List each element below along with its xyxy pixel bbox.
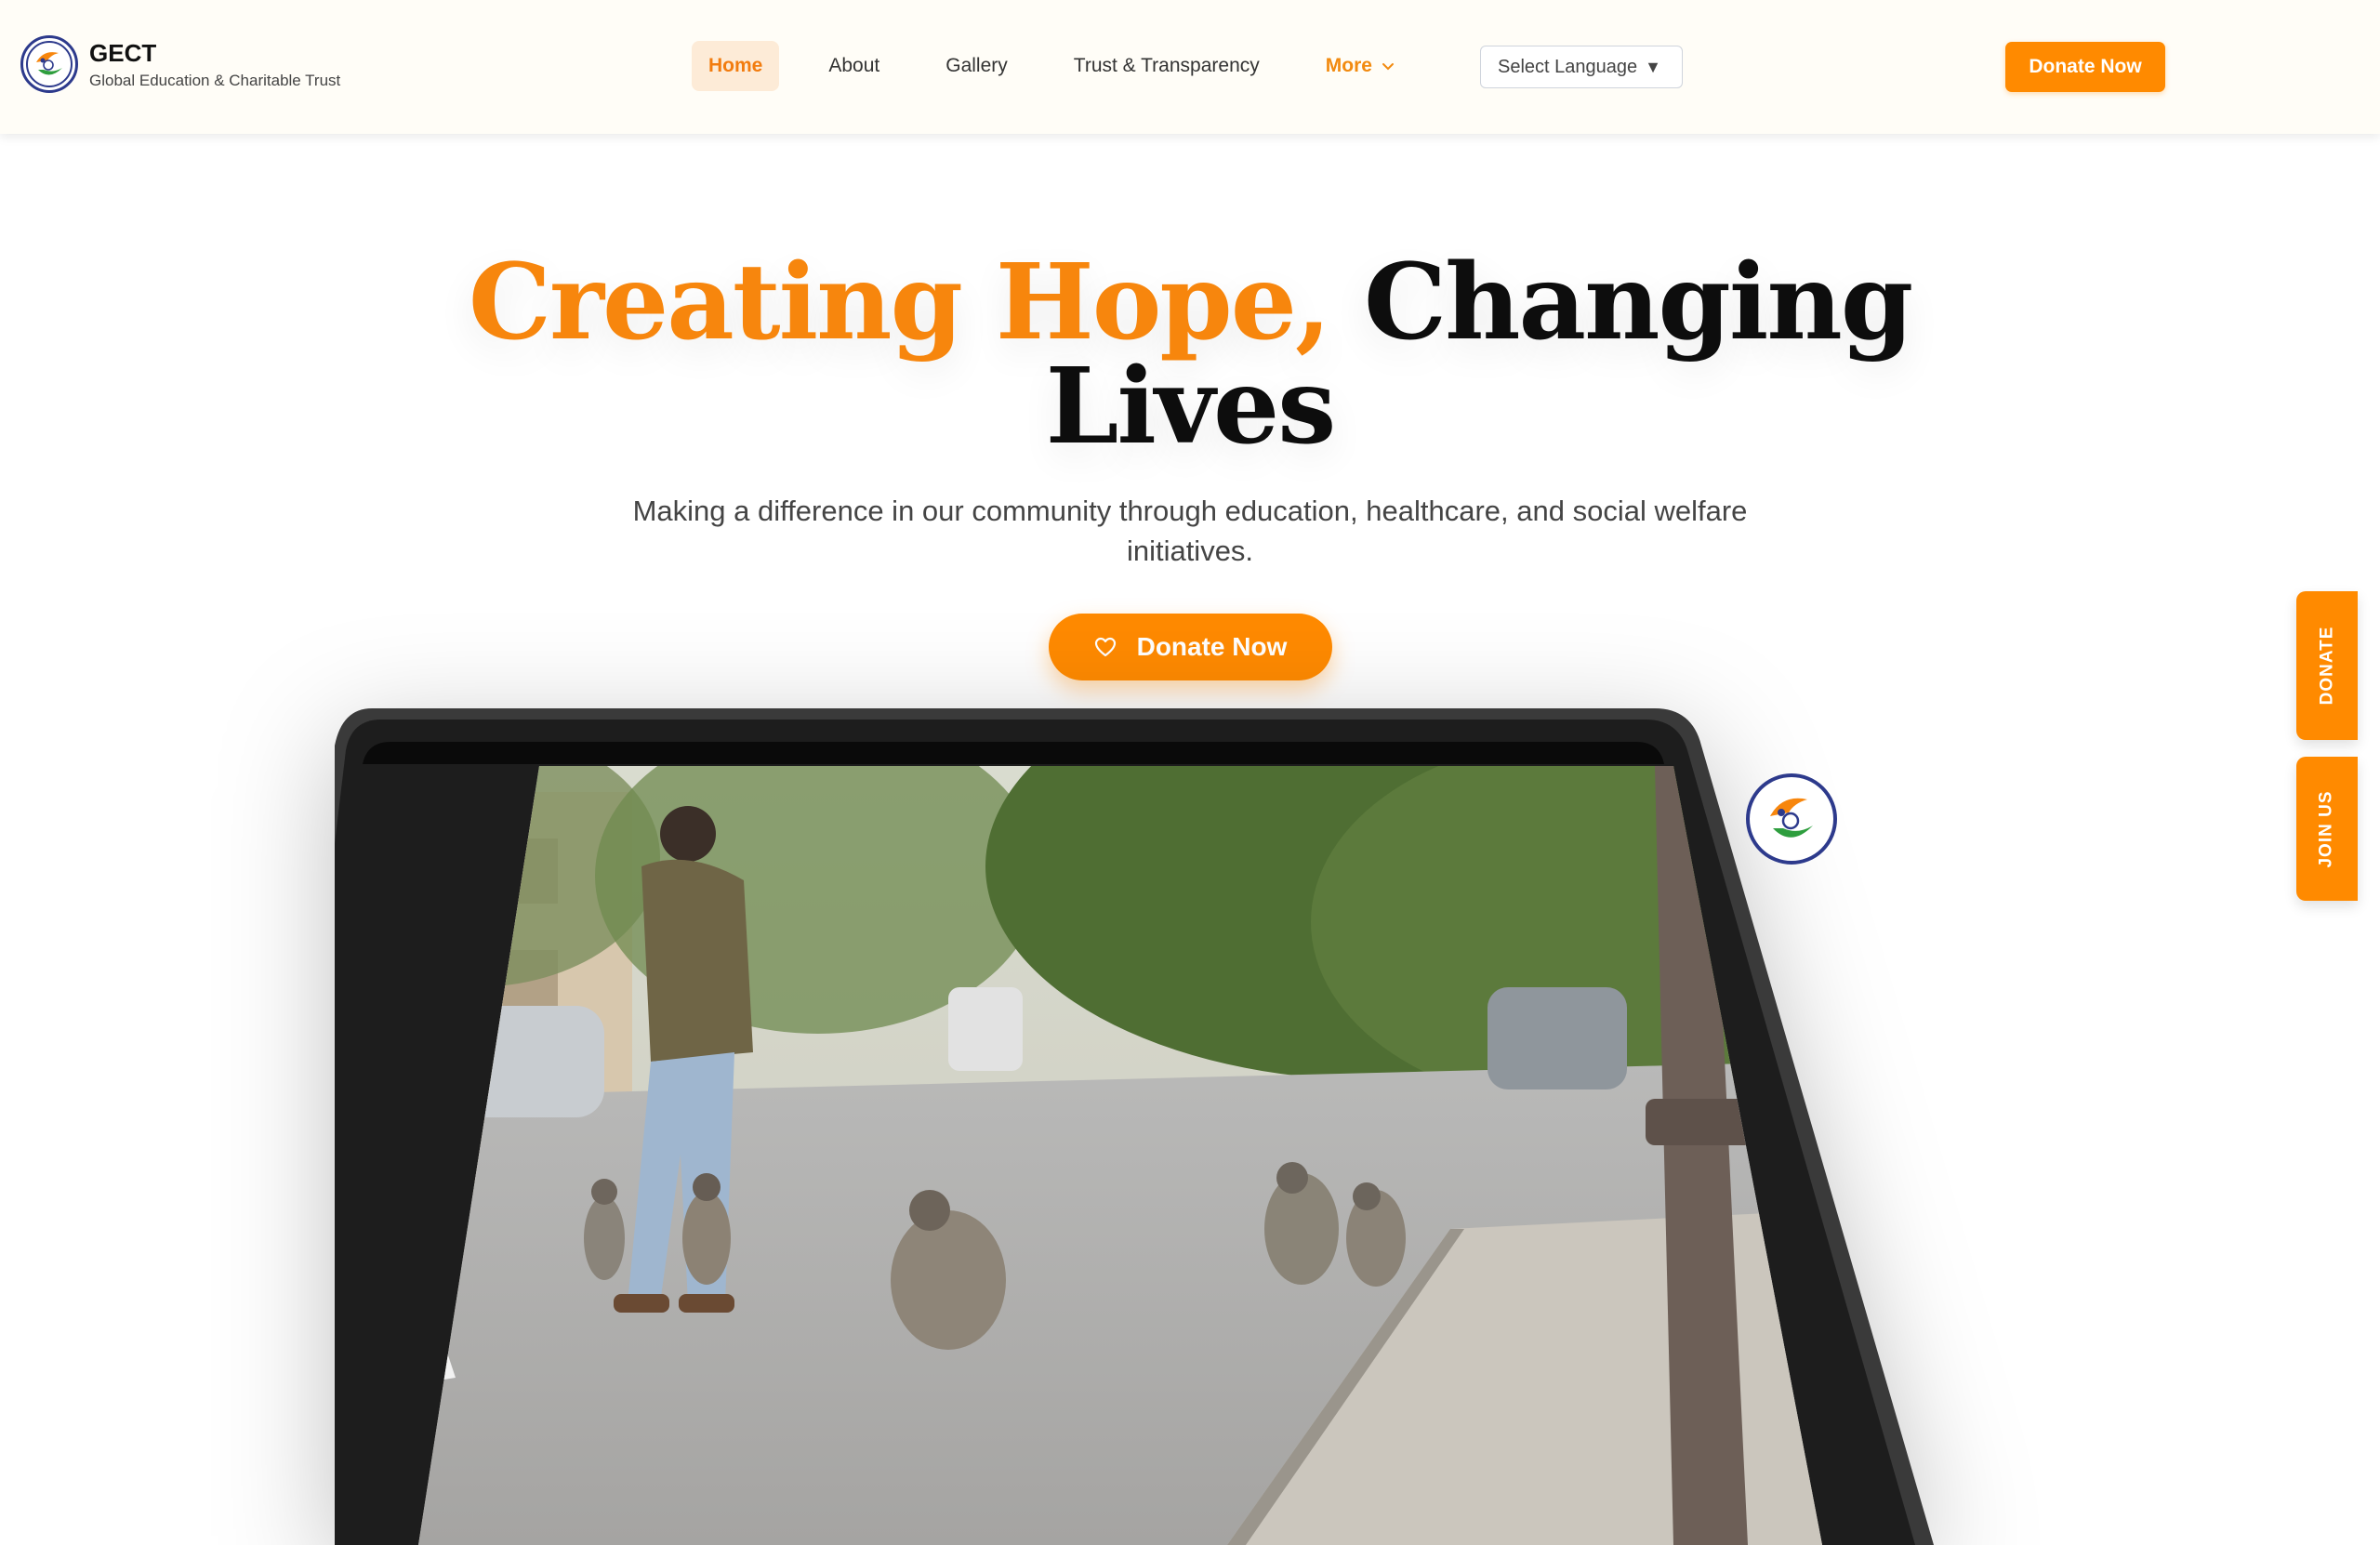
hero-title: Creating Hope, Changing Lives [446,251,1934,459]
hero-subtitle: Making a difference in our community thr… [632,495,1748,567]
nav-item-trust-transparency[interactable]: Trust & Transparency [1057,41,1276,91]
nav-item-gallery[interactable]: Gallery [929,41,1025,91]
nav-item-home[interactable]: Home [692,41,780,91]
brand-name: GECT [89,39,157,67]
side-join-tab[interactable]: JOIN US [2296,757,2358,901]
trust-logo-icon [20,35,78,93]
chevron-down-icon [1382,41,1395,91]
main-nav: Home About Gallery Trust & Transparency … [692,41,1444,91]
hero-donate-button[interactable]: Donate Now [1049,614,1332,680]
language-select[interactable]: Select Language ▼ [1480,46,1683,88]
header-donate-button[interactable]: Donate Now [2005,42,2165,92]
language-select-label: Select Language [1498,57,1638,77]
nav-more-label: More [1325,55,1372,76]
side-donate-tab[interactable]: DONATE [2296,591,2358,740]
heart-icon [1094,637,1117,657]
video-watermark-logo-icon [1746,773,1837,865]
hero-donate-label: Donate Now [1136,632,1288,661]
brand-subtitle: Global Education & Charitable Trust [89,72,341,89]
caret-down-icon: ▼ [1645,58,1661,76]
side-join-label: JOIN US [2317,789,2336,868]
brand[interactable]: GECT Global Education & Charitable Trust [20,35,340,93]
side-donate-label: DONATE [2317,626,2336,706]
nav-item-more[interactable]: More [1309,41,1411,91]
nav-item-about[interactable]: About [812,41,896,91]
site-header: GECT Global Education & Charitable Trust… [0,0,2380,134]
